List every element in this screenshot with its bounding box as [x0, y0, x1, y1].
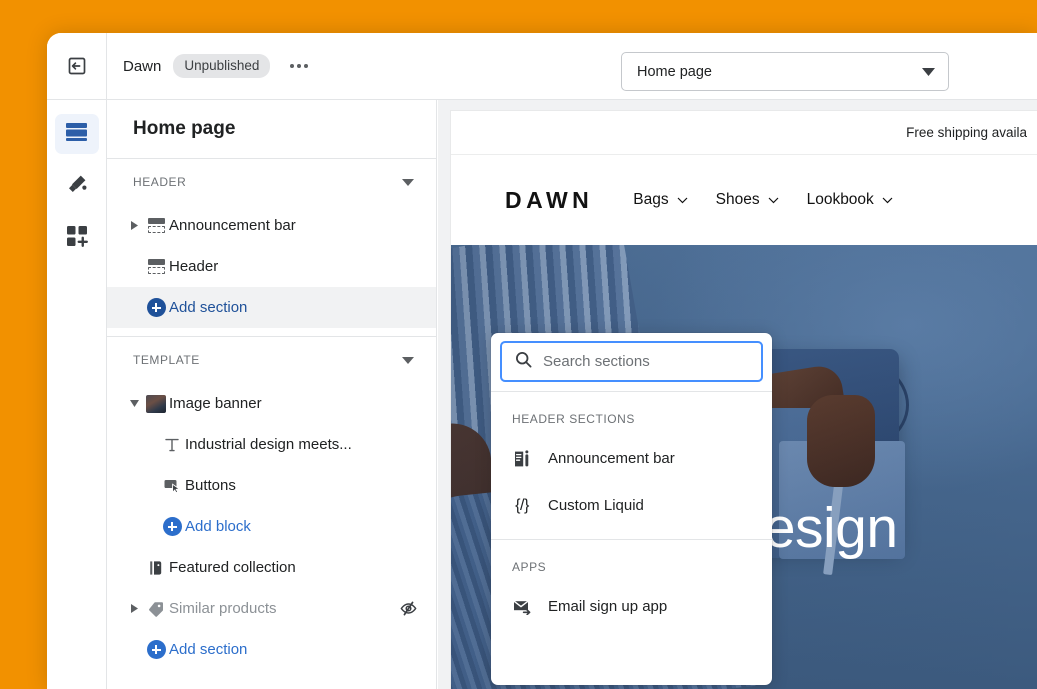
- popover-item-announcement-bar[interactable]: Announcement bar: [491, 435, 772, 482]
- theme-editor-window: Dawn Unpublished Home page Home page HEA…: [47, 33, 1037, 689]
- popover-item-label: Custom Liquid: [548, 497, 644, 514]
- tree-row-featured-collection[interactable]: Featured collection: [107, 547, 436, 588]
- tree-row-label: Announcement bar: [169, 217, 296, 234]
- add-block-button[interactable]: Add block: [107, 506, 436, 547]
- search-box[interactable]: [500, 341, 763, 382]
- liquid-code-icon: {/}: [515, 496, 529, 514]
- add-section-button-template[interactable]: Add section: [107, 629, 436, 670]
- tree-row-label: Buttons: [185, 477, 236, 494]
- tree-row-label: Header: [169, 258, 219, 275]
- tree-row-image-banner[interactable]: Image banner: [107, 383, 436, 424]
- storefront-header: DAWN Bags Shoes Lookbook: [451, 155, 1037, 245]
- disclosure-triangle-icon[interactable]: [125, 221, 143, 230]
- chevron-down-icon: [768, 191, 779, 209]
- circle-plus-icon: [159, 517, 185, 536]
- nav-item-bags[interactable]: Bags: [633, 191, 688, 209]
- circle-plus-icon: [143, 640, 169, 659]
- tree-row-label: Featured collection: [169, 559, 296, 576]
- add-section-button-header[interactable]: Add section: [107, 287, 436, 328]
- group-label: TEMPLATE: [133, 353, 200, 367]
- announcement-icon: [512, 449, 532, 468]
- more-actions-icon: [290, 64, 295, 68]
- nav-label: Bags: [633, 191, 669, 208]
- tree-row-label: Similar products: [169, 600, 277, 617]
- theme-name: Dawn: [123, 57, 162, 75]
- caret-down-icon: [922, 64, 935, 80]
- tree-row-heading-block[interactable]: Industrial design meets...: [107, 424, 436, 465]
- popover-item-custom-liquid[interactable]: {/} Custom Liquid: [491, 482, 772, 529]
- popover-group-header-apps: APPS: [512, 560, 547, 574]
- eye-off-icon[interactable]: [399, 599, 418, 618]
- sections-sidebar: Home page HEADER Announcement bar Header: [107, 100, 437, 689]
- top-bar: Dawn Unpublished Home page: [47, 33, 1037, 100]
- section-icon: [143, 259, 169, 274]
- nav-label: Lookbook: [806, 191, 874, 208]
- group-header-header[interactable]: HEADER: [107, 159, 436, 205]
- chevron-down-icon: [882, 191, 893, 209]
- storefront-nav: Bags Shoes Lookbook: [633, 191, 893, 209]
- preview-pane: Free shipping availa DAWN Bags Shoes Loo…: [438, 100, 1037, 689]
- tree-row-announcement-bar[interactable]: Announcement bar: [107, 205, 436, 246]
- paintbrush-icon: [66, 173, 88, 200]
- popover-item-email-signup-app[interactable]: Email sign up app: [491, 583, 772, 630]
- nav-item-lookbook[interactable]: Lookbook: [807, 191, 893, 209]
- popover-group-header-sections: HEADER SECTIONS: [512, 412, 635, 426]
- search-wrapper: [491, 333, 772, 392]
- sections-icon: [65, 122, 88, 147]
- search-icon: [515, 351, 532, 373]
- rail-item-sections[interactable]: [54, 114, 99, 154]
- tree-row-label: Industrial design meets...: [185, 436, 352, 453]
- nav-item-shoes[interactable]: Shoes: [716, 191, 779, 209]
- disclosure-triangle-icon[interactable]: [125, 400, 143, 407]
- add-section-label: Add section: [169, 299, 248, 316]
- group-label: HEADER: [133, 175, 187, 189]
- rail-item-apps[interactable]: [55, 218, 99, 258]
- search-input[interactable]: [543, 353, 748, 370]
- tree-row-label: Image banner: [169, 395, 262, 412]
- email-signup-icon: [512, 598, 532, 615]
- page-title: Home page: [107, 100, 436, 159]
- add-section-label: Add section: [169, 641, 248, 658]
- more-actions-button[interactable]: [284, 56, 314, 76]
- add-section-popover: HEADER SECTIONS Announcement bar {/} Cus…: [491, 333, 772, 685]
- tree-row-similar-products[interactable]: Similar products: [107, 588, 436, 629]
- nav-label: Shoes: [715, 191, 760, 208]
- collection-tag-icon: [143, 559, 169, 577]
- exit-arrow-box-icon: [66, 55, 88, 77]
- chevron-down-icon: [677, 191, 688, 209]
- disclosure-triangle-icon[interactable]: [125, 604, 143, 613]
- page-selector-value: Home page: [637, 63, 712, 80]
- circle-plus-icon: [143, 298, 169, 317]
- tree-row-header[interactable]: Header: [107, 246, 436, 287]
- store-logo[interactable]: DAWN: [505, 187, 593, 214]
- button-block-icon: [159, 478, 185, 493]
- page-selector[interactable]: Home page: [621, 52, 949, 91]
- apps-grid-plus-icon: [66, 225, 88, 252]
- caret-down-icon: [402, 353, 414, 367]
- rail-item-theme-settings[interactable]: [55, 166, 99, 206]
- caret-down-icon: [402, 175, 414, 189]
- announcement-bar: Free shipping availa: [451, 111, 1037, 155]
- announcement-text: Free shipping availa: [906, 125, 1027, 140]
- icon-rail: [47, 100, 107, 689]
- tree-row-buttons-block[interactable]: Buttons: [107, 465, 436, 506]
- section-icon: [143, 218, 169, 233]
- image-thumbnail: [143, 394, 169, 413]
- add-block-label: Add block: [185, 518, 251, 535]
- status-badge: Unpublished: [173, 54, 271, 78]
- group-header-template[interactable]: TEMPLATE: [107, 337, 436, 383]
- popover-item-label: Announcement bar: [548, 450, 675, 467]
- product-tag-icon: [143, 600, 169, 618]
- popover-item-label: Email sign up app: [548, 598, 668, 615]
- theme-info: Dawn Unpublished: [107, 54, 314, 78]
- text-block-icon: [159, 437, 185, 453]
- exit-editor-button[interactable]: [47, 33, 107, 100]
